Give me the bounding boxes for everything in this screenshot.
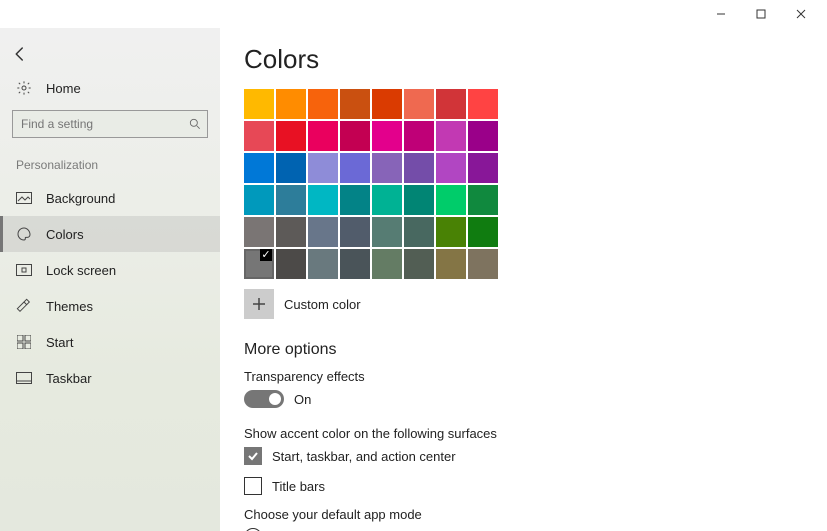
sidebar-item-themes[interactable]: Themes <box>0 288 220 324</box>
color-swatch[interactable] <box>308 249 338 279</box>
window-titlebar <box>0 0 827 28</box>
color-swatch[interactable] <box>308 185 338 215</box>
color-swatch[interactable] <box>436 89 466 119</box>
color-swatch[interactable] <box>276 89 306 119</box>
color-swatch[interactable] <box>404 217 434 247</box>
home-label: Home <box>46 81 81 96</box>
search-input[interactable] <box>12 110 208 138</box>
sidebar-item-colors[interactable]: Colors <box>0 216 220 252</box>
color-swatch[interactable] <box>308 217 338 247</box>
color-swatch[interactable] <box>372 153 402 183</box>
color-swatch[interactable] <box>404 121 434 151</box>
color-swatch[interactable] <box>372 217 402 247</box>
color-swatch[interactable] <box>404 185 434 215</box>
checkbox-label: Title bars <box>272 479 325 494</box>
checkbox-titlebars[interactable]: Title bars <box>244 477 803 495</box>
page-title: Colors <box>244 44 803 75</box>
color-swatch[interactable] <box>436 217 466 247</box>
color-swatch[interactable] <box>436 153 466 183</box>
color-swatch[interactable] <box>276 249 306 279</box>
gear-icon <box>16 80 32 96</box>
color-swatch[interactable] <box>276 185 306 215</box>
color-swatch[interactable] <box>244 185 274 215</box>
nav-label: Taskbar <box>46 371 92 386</box>
nav-label: Colors <box>46 227 84 242</box>
checkbox-start-taskbar[interactable]: Start, taskbar, and action center <box>244 447 803 465</box>
color-swatch[interactable] <box>340 249 370 279</box>
color-swatch[interactable] <box>276 153 306 183</box>
custom-color-button[interactable] <box>244 289 274 319</box>
sidebar-item-start[interactable]: Start <box>0 324 220 360</box>
color-swatch[interactable] <box>468 121 498 151</box>
color-swatch[interactable] <box>468 249 498 279</box>
themes-icon <box>16 298 32 314</box>
color-swatch[interactable] <box>308 121 338 151</box>
sidebar-item-home[interactable]: Home <box>0 72 220 104</box>
color-swatch[interactable] <box>436 249 466 279</box>
palette-icon <box>16 226 32 242</box>
color-swatch[interactable] <box>404 89 434 119</box>
search-field[interactable] <box>12 110 208 138</box>
color-swatch[interactable] <box>404 249 434 279</box>
color-swatch-grid <box>244 89 803 279</box>
color-swatch[interactable] <box>436 121 466 151</box>
minimize-button[interactable] <box>701 0 741 28</box>
color-swatch[interactable] <box>468 89 498 119</box>
color-swatch[interactable] <box>468 185 498 215</box>
color-swatch[interactable] <box>340 121 370 151</box>
color-swatch[interactable] <box>372 121 402 151</box>
color-swatch[interactable] <box>340 185 370 215</box>
transparency-toggle[interactable] <box>244 390 284 408</box>
color-swatch[interactable] <box>244 249 274 279</box>
color-swatch[interactable] <box>404 153 434 183</box>
color-swatch[interactable] <box>340 217 370 247</box>
sidebar-item-taskbar[interactable]: Taskbar <box>0 360 220 396</box>
transparency-label: Transparency effects <box>244 369 803 384</box>
picture-icon <box>16 190 32 206</box>
nav-label: Background <box>46 191 115 206</box>
color-swatch[interactable] <box>372 249 402 279</box>
start-icon <box>16 334 32 350</box>
search-icon <box>188 117 202 131</box>
maximize-button[interactable] <box>741 0 781 28</box>
nav-label: Themes <box>46 299 93 314</box>
sidebar: Home Personalization Background Colors L… <box>0 28 220 531</box>
content-area: Colors Custom color More options Transpa… <box>220 28 827 531</box>
color-swatch[interactable] <box>244 153 274 183</box>
sidebar-item-lockscreen[interactable]: Lock screen <box>0 252 220 288</box>
back-button[interactable] <box>0 36 40 72</box>
nav-label: Start <box>46 335 73 350</box>
lockscreen-icon <box>16 262 32 278</box>
color-swatch[interactable] <box>340 89 370 119</box>
color-swatch[interactable] <box>308 153 338 183</box>
default-app-mode-label: Choose your default app mode <box>244 507 803 522</box>
sidebar-section-label: Personalization <box>0 154 220 180</box>
sidebar-item-background[interactable]: Background <box>0 180 220 216</box>
color-swatch[interactable] <box>340 153 370 183</box>
color-swatch[interactable] <box>308 89 338 119</box>
accent-surfaces-label: Show accent color on the following surfa… <box>244 426 803 441</box>
transparency-value: On <box>294 392 311 407</box>
color-swatch[interactable] <box>372 185 402 215</box>
color-swatch[interactable] <box>276 121 306 151</box>
color-swatch[interactable] <box>244 217 274 247</box>
color-swatch[interactable] <box>276 217 306 247</box>
taskbar-icon <box>16 370 32 386</box>
color-swatch[interactable] <box>372 89 402 119</box>
checkbox-icon <box>244 477 262 495</box>
nav-label: Lock screen <box>46 263 116 278</box>
color-swatch[interactable] <box>436 185 466 215</box>
color-swatch[interactable] <box>244 121 274 151</box>
checkbox-icon <box>244 447 262 465</box>
color-swatch[interactable] <box>468 217 498 247</box>
close-button[interactable] <box>781 0 821 28</box>
checkbox-label: Start, taskbar, and action center <box>272 449 456 464</box>
more-options-heading: More options <box>244 341 803 359</box>
color-swatch[interactable] <box>468 153 498 183</box>
color-swatch[interactable] <box>244 89 274 119</box>
custom-color-label: Custom color <box>284 297 361 312</box>
